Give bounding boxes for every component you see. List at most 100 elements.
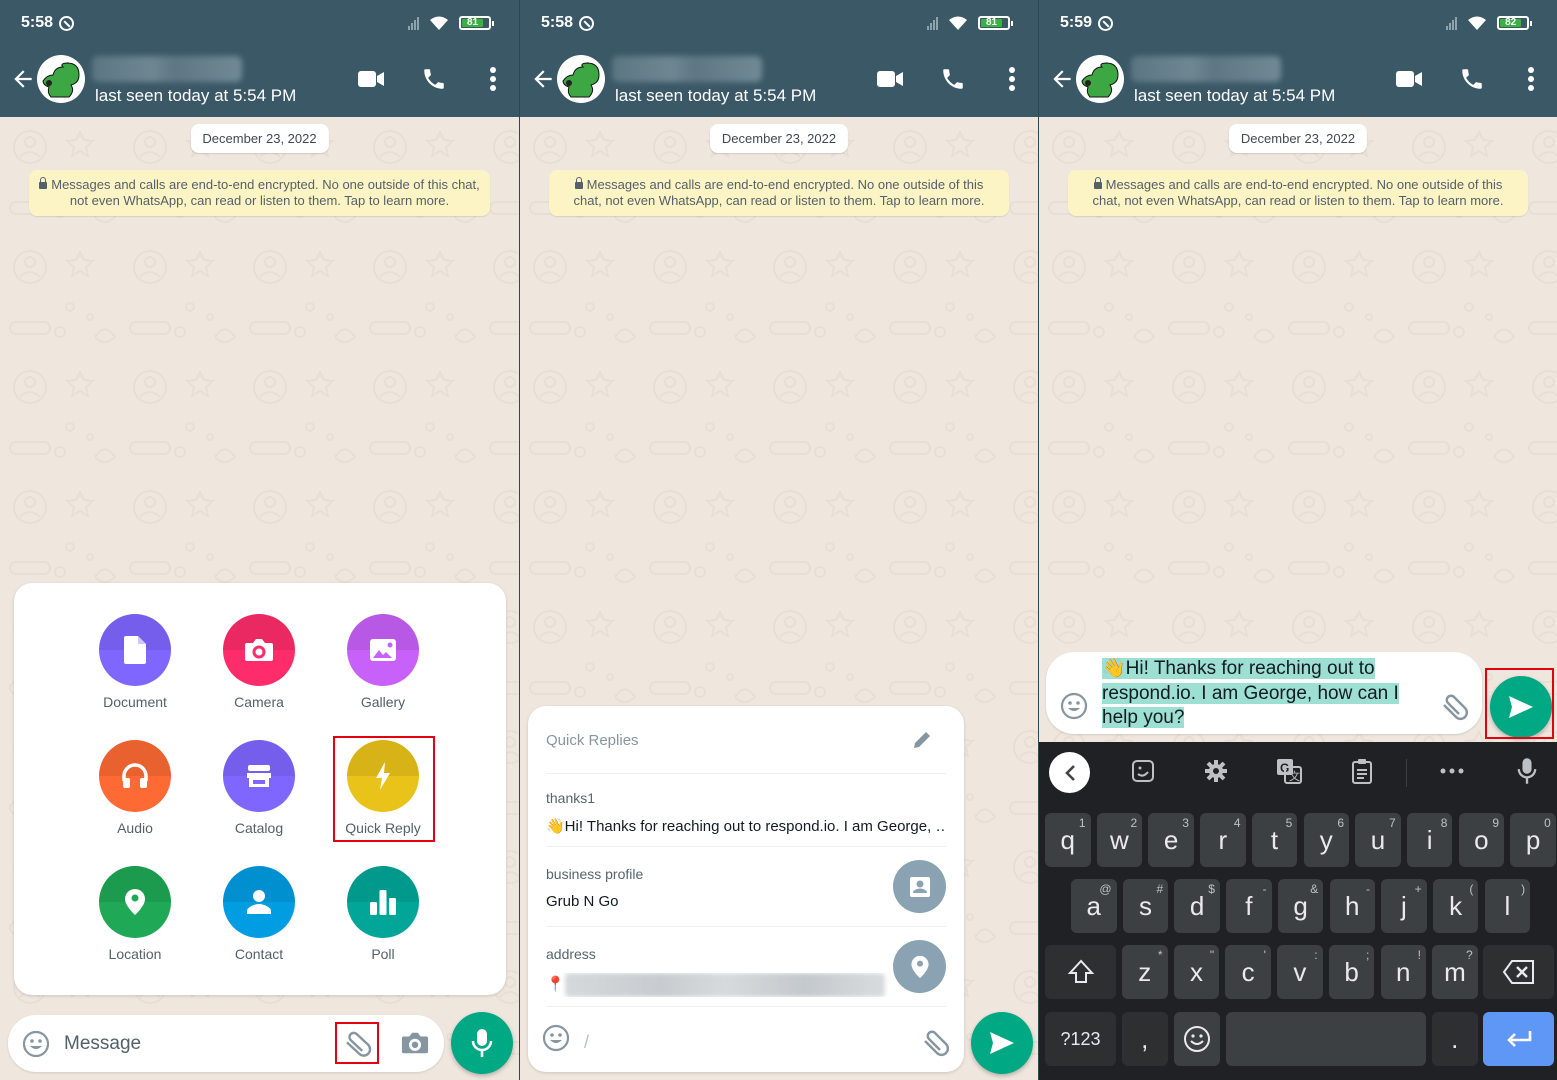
key-r[interactable]: r4: [1200, 813, 1246, 867]
emoji-icon[interactable]: [542, 1024, 570, 1052]
translate-icon: G文: [1277, 759, 1302, 784]
send-button[interactable]: [971, 1012, 1033, 1074]
contact-name-redacted[interactable]: [1131, 56, 1281, 82]
key-q[interactable]: q1: [1045, 813, 1091, 867]
attach-contact[interactable]: Contact: [204, 866, 314, 962]
translate-button[interactable]: G文: [1269, 754, 1309, 788]
key-c[interactable]: c ': [1225, 945, 1271, 999]
key-t[interactable]: t5: [1251, 813, 1298, 867]
key-h[interactable]: h-: [1329, 879, 1375, 933]
shift-key[interactable]: [1045, 945, 1116, 999]
key-u[interactable]: u7: [1355, 813, 1401, 867]
attach-document[interactable]: Document: [80, 614, 190, 710]
key-d[interactable]: d $: [1174, 879, 1220, 933]
key-k[interactable]: k(: [1432, 879, 1479, 933]
sticker-button[interactable]: [1123, 754, 1163, 788]
key-label: f: [1245, 890, 1253, 921]
contact-avatar[interactable]: [557, 55, 605, 103]
wifi-icon: [949, 16, 967, 30]
attach-poll[interactable]: Poll: [328, 866, 438, 962]
emoji-icon[interactable]: [22, 1030, 50, 1058]
voice-call-icon[interactable]: [1459, 66, 1485, 92]
key-g[interactable]: g &: [1277, 879, 1324, 933]
key-l[interactable]: l): [1484, 879, 1531, 933]
key-alt-label: 9: [1492, 816, 1500, 830]
quick-replies-title: Quick Replies: [546, 732, 639, 749]
voice-typing-button[interactable]: [1507, 754, 1547, 788]
clipboard-button[interactable]: [1342, 754, 1382, 788]
video-call-icon[interactable]: [876, 66, 904, 92]
selected-text: 👋Hi! Thanks for reaching out to respond.…: [1102, 658, 1399, 728]
chat-header: last seen today at 5:54 PM: [520, 52, 1038, 108]
voice-message-button[interactable]: [451, 1012, 513, 1074]
key-x[interactable]: x ": [1173, 945, 1220, 999]
encryption-notice[interactable]: Messages and calls are end-to-end encryp…: [29, 170, 490, 216]
enter-key[interactable]: [1483, 1012, 1554, 1066]
camera-icon[interactable]: [401, 1030, 429, 1056]
more-button[interactable]: [1432, 754, 1472, 788]
key-alt-label: 0: [1544, 816, 1551, 830]
message-input[interactable]: /: [584, 1032, 589, 1053]
key-y[interactable]: y6: [1303, 813, 1349, 867]
key-alt-label: ): [1521, 882, 1526, 896]
key-v[interactable]: v:: [1277, 945, 1323, 999]
attach-location[interactable]: Location: [80, 866, 190, 962]
backspace-key[interactable]: [1483, 945, 1554, 999]
back-arrow-icon[interactable]: [530, 66, 556, 92]
more-options-icon[interactable]: [1008, 66, 1016, 92]
contact-name-redacted[interactable]: [92, 56, 242, 82]
contact-avatar[interactable]: [37, 55, 85, 103]
attach-audio[interactable]: Audio: [80, 740, 190, 836]
attach-paperclip-icon[interactable]: [1439, 692, 1469, 722]
key-p[interactable]: p0: [1510, 813, 1556, 867]
voice-call-icon[interactable]: [421, 66, 447, 92]
key-z[interactable]: z *: [1122, 945, 1168, 999]
message-input[interactable]: 👋Hi! Thanks for reaching out to respond.…: [1102, 657, 1420, 731]
symbols-key[interactable]: ?123: [1045, 1012, 1116, 1066]
more-options-icon[interactable]: [1527, 66, 1535, 92]
more-options-icon[interactable]: [489, 66, 497, 92]
comma-key[interactable]: ,: [1122, 1012, 1168, 1066]
key-alt-label: 2: [1130, 816, 1138, 830]
message-input[interactable]: Message: [64, 1033, 141, 1055]
key-j[interactable]: j +: [1381, 879, 1427, 933]
key-w[interactable]: w2: [1096, 813, 1143, 867]
key-e[interactable]: e3: [1148, 813, 1194, 867]
key-n[interactable]: n!: [1380, 945, 1426, 999]
keyboard-collapse-button[interactable]: [1049, 752, 1090, 793]
key-s[interactable]: s #: [1122, 879, 1169, 933]
quick-reply-item-thanks1[interactable]: thanks1 👋Hi! Thanks for reaching out to …: [546, 790, 946, 835]
key-i[interactable]: i8: [1406, 813, 1453, 867]
key-alt-label: @: [1099, 882, 1112, 896]
key-o[interactable]: o9: [1458, 813, 1505, 867]
key-m[interactable]: m?: [1432, 945, 1478, 999]
divider: [546, 926, 946, 927]
space-key[interactable]: [1226, 1012, 1426, 1066]
settings-button[interactable]: [1196, 754, 1236, 788]
contact-avatar[interactable]: [1076, 55, 1124, 103]
encryption-notice[interactable]: Messages and calls are end-to-end encryp…: [549, 170, 1009, 216]
encryption-notice[interactable]: Messages and calls are end-to-end encryp…: [1068, 170, 1528, 216]
emoji-icon[interactable]: [1060, 692, 1088, 720]
quick-reply-item-business-profile[interactable]: business profile Grub N Go: [546, 860, 946, 913]
attach-catalog[interactable]: Catalog: [204, 740, 314, 836]
video-call-icon[interactable]: [1395, 66, 1423, 92]
attach-paperclip-icon[interactable]: [920, 1028, 950, 1058]
attach-gallery[interactable]: Gallery: [328, 614, 438, 710]
key-a[interactable]: a @: [1071, 879, 1117, 933]
contact-name-redacted[interactable]: [612, 56, 762, 82]
voice-call-icon[interactable]: [940, 66, 966, 92]
key-alt-label: +: [1414, 882, 1422, 896]
attach-camera[interactable]: Camera: [204, 614, 314, 710]
quick-reply-item-address[interactable]: address 📍: [546, 940, 946, 997]
emoji-key[interactable]: [1174, 1012, 1220, 1066]
key-f[interactable]: f-: [1226, 879, 1272, 933]
edit-pencil-icon[interactable]: [912, 730, 932, 750]
period-key[interactable]: .: [1432, 1012, 1478, 1066]
back-arrow-icon[interactable]: [10, 66, 36, 92]
video-call-icon[interactable]: [357, 66, 385, 92]
key-b[interactable]: b;: [1328, 945, 1375, 999]
chevron-left-icon: [1064, 764, 1075, 781]
back-arrow-icon[interactable]: [1049, 66, 1075, 92]
key-label: d: [1189, 890, 1205, 921]
